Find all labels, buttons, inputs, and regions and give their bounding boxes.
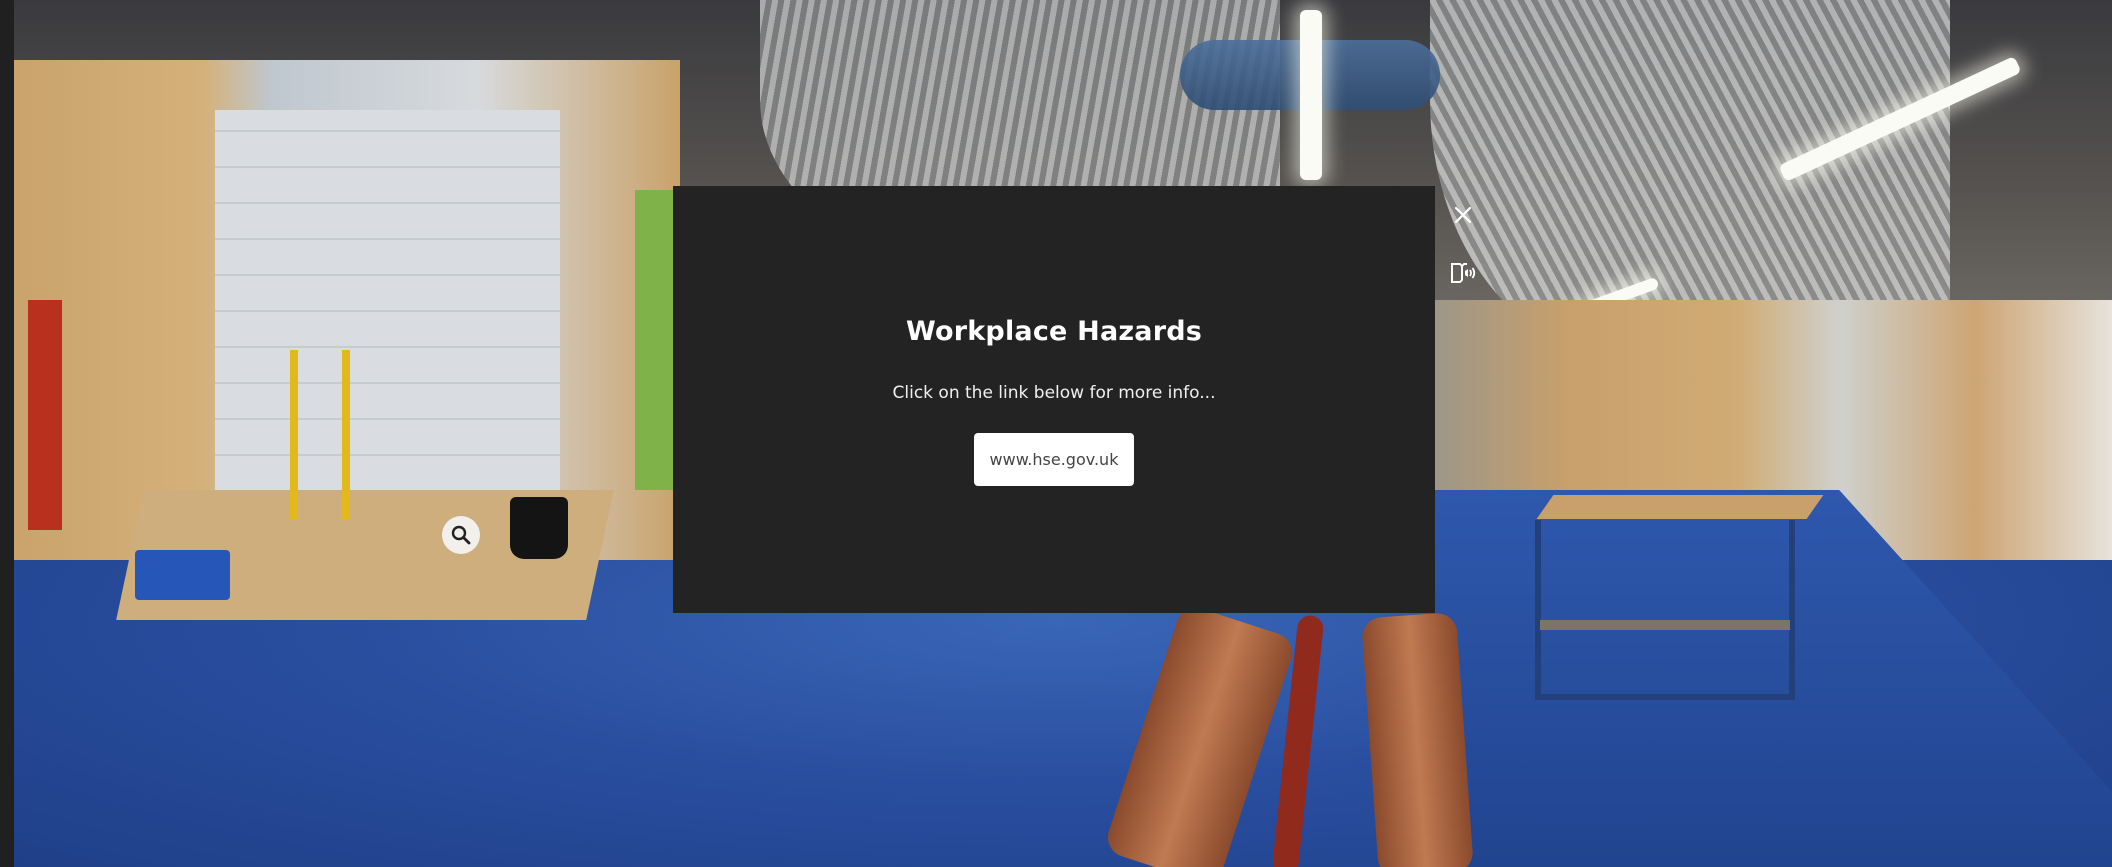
left-edge — [0, 0, 14, 867]
floor-rail — [1361, 612, 1474, 867]
tool-stand — [290, 350, 350, 520]
workbench-frame — [1535, 520, 1795, 700]
magnifier-icon — [451, 525, 471, 545]
audio-description-icon — [1451, 263, 1476, 283]
workbench-top — [1536, 495, 1824, 519]
green-partition — [635, 190, 675, 490]
bucket — [510, 497, 568, 559]
toolbox — [135, 550, 230, 600]
bay-back-wall — [215, 110, 560, 490]
popup-message: Click on the link below for more info... — [892, 383, 1216, 403]
workbench-shelf — [1540, 620, 1790, 630]
close-button[interactable] — [1446, 198, 1480, 232]
info-popup: Workplace Hazards Click on the link belo… — [673, 186, 1435, 613]
audio-description-button[interactable] — [1446, 256, 1480, 290]
close-icon — [1454, 206, 1472, 224]
hotspot-magnifier[interactable] — [442, 516, 480, 554]
red-pillar — [28, 300, 62, 530]
popup-title: Workplace Hazards — [905, 316, 1203, 347]
ceiling-light — [1300, 10, 1322, 180]
hse-link-button[interactable]: www.hse.gov.uk — [974, 433, 1134, 486]
